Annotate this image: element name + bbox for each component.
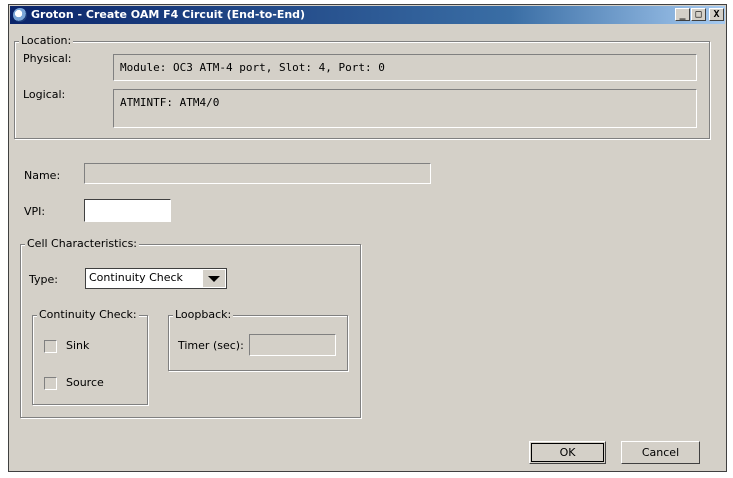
source-label: Source <box>66 376 104 389</box>
sink-label: Sink <box>66 339 90 352</box>
sink-checkbox[interactable] <box>44 340 57 353</box>
chevron-down-icon[interactable] <box>203 270 225 287</box>
cancel-button[interactable]: Cancel <box>621 441 700 464</box>
location-legend: Location: <box>19 34 74 47</box>
continuity-check-group: Continuity Check: Sink Source <box>32 308 148 405</box>
ok-button[interactable]: OK <box>529 441 606 464</box>
window-title: Groton - Create OAM F4 Circuit (End-to-E… <box>31 8 306 21</box>
continuity-check-legend: Continuity Check: <box>37 308 139 321</box>
title-bar[interactable]: Groton - Create OAM F4 Circuit (End-to-E… <box>10 6 725 24</box>
cell-characteristics-legend: Cell Characteristics: <box>25 237 140 250</box>
timer-label: Timer (sec): <box>178 339 244 352</box>
cell-characteristics-group: Cell Characteristics: Type: Continuity C… <box>20 237 361 418</box>
name-field[interactable] <box>84 163 431 184</box>
loopback-group: Loopback: Timer (sec): <box>168 308 348 371</box>
location-group: Location: Physical: Module: OC3 ATM-4 po… <box>14 34 710 139</box>
app-icon <box>13 8 27 22</box>
type-dropdown[interactable]: Continuity Check <box>85 268 227 289</box>
source-checkbox[interactable] <box>44 377 57 390</box>
type-selected-value: Continuity Check <box>89 271 183 284</box>
loopback-legend: Loopback: <box>173 308 234 321</box>
close-button[interactable]: X <box>709 8 724 21</box>
maximize-button[interactable]: □ <box>691 8 706 21</box>
logical-value: ATMINTF: ATM4/0 <box>113 89 697 128</box>
name-label: Name: <box>24 169 61 182</box>
vpi-field[interactable] <box>84 199 171 222</box>
type-label: Type: <box>29 273 58 286</box>
physical-label: Physical: <box>23 52 72 65</box>
logical-label: Logical: <box>23 88 66 101</box>
vpi-label: VPI: <box>24 205 46 218</box>
minimize-button[interactable]: _ <box>675 8 690 21</box>
timer-field[interactable] <box>249 334 336 356</box>
physical-value: Module: OC3 ATM-4 port, Slot: 4, Port: 0 <box>113 54 697 81</box>
dialog-window: Groton - Create OAM F4 Circuit (End-to-E… <box>8 4 727 472</box>
